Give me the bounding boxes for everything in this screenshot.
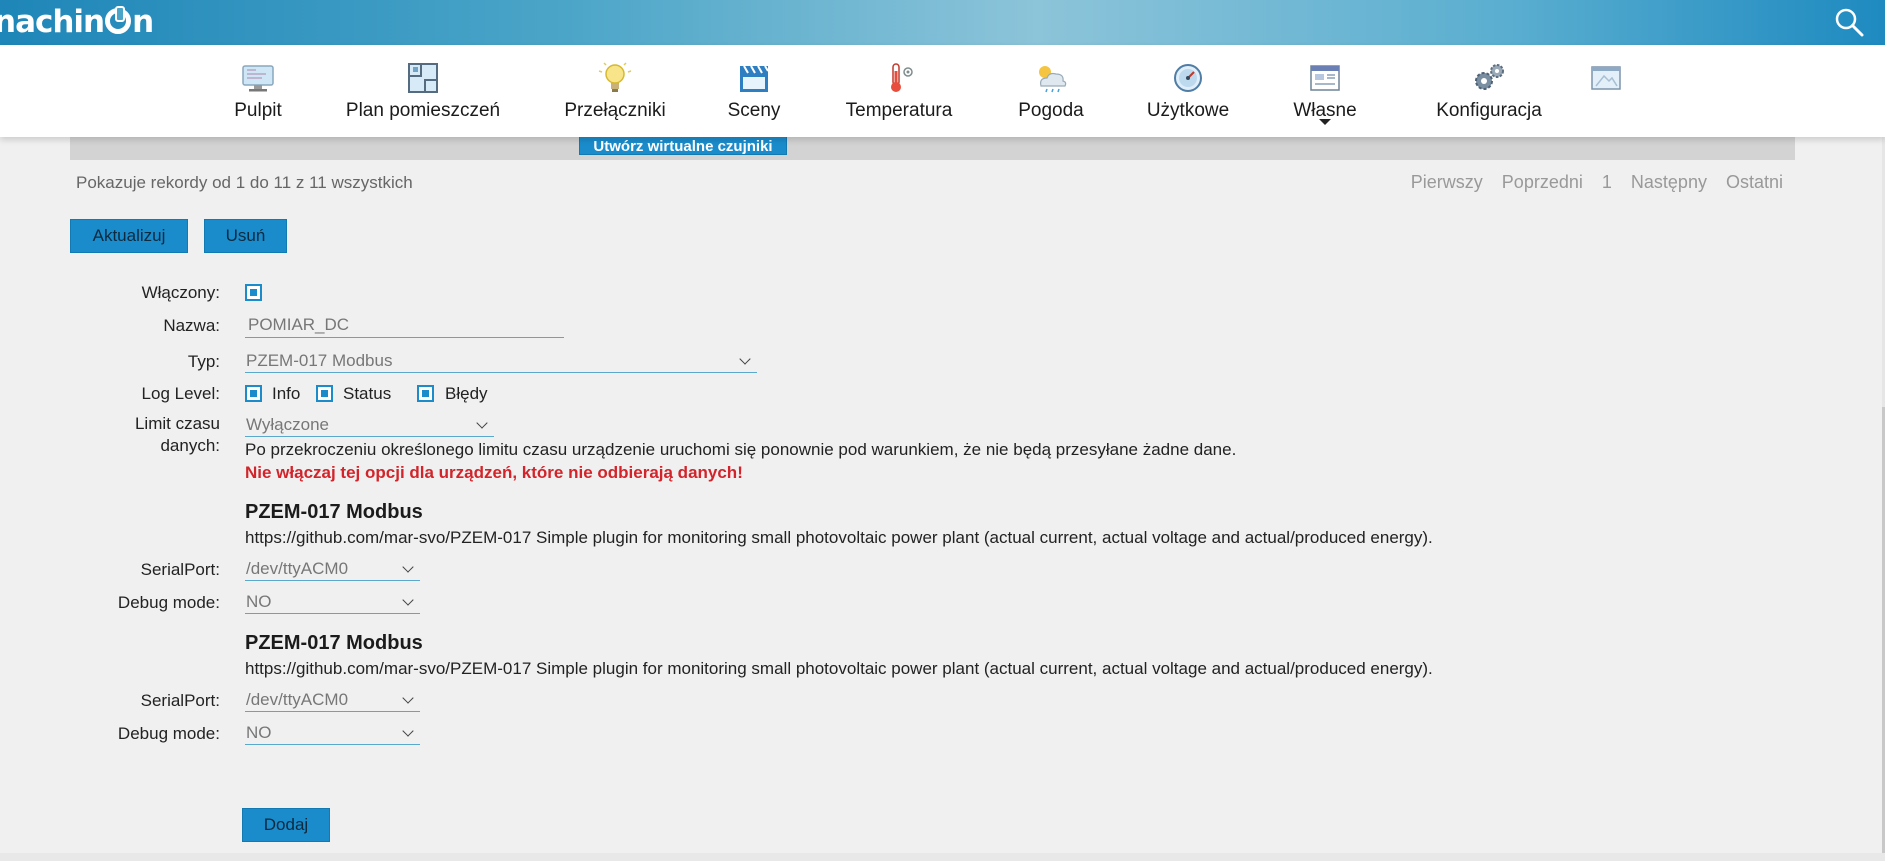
name-input[interactable]: [245, 312, 564, 338]
chevron-down-icon: [402, 594, 414, 606]
debug-mode-label: Debug mode:: [117, 724, 220, 743]
name-label: Nazwa:: [163, 316, 220, 335]
debug-mode-label: Debug mode:: [117, 593, 220, 612]
log-level-label: Log Level:: [141, 384, 220, 403]
timeout-warning-text: Nie włączaj tej opcji dla urządzeń, któr…: [245, 463, 743, 482]
nav-item-switches[interactable]: Przełączniki: [560, 45, 670, 137]
nav-label: Przełączniki: [564, 100, 666, 121]
nav-item-custom[interactable]: Własne: [1288, 45, 1362, 137]
clapperboard-icon: [740, 65, 769, 92]
plugin-title: PZEM-017 Modbus: [245, 501, 423, 523]
debug-mode-select[interactable]: NO: [245, 590, 420, 614]
debug-mode-select-value: NO: [246, 723, 272, 742]
nav-item-scenes[interactable]: Sceny: [724, 45, 784, 137]
nav-item-utility[interactable]: Użytkowe: [1142, 45, 1234, 137]
log-info-label: Info: [272, 384, 301, 403]
serialport-select[interactable]: /dev/ttyACM0: [245, 557, 420, 581]
desktop-icon: [242, 65, 274, 92]
plugin-description: https://github.com/mar-svo/PZEM-017 Simp…: [245, 659, 1433, 678]
lightbulb-icon: [598, 62, 632, 92]
log-status-checkbox[interactable]: [316, 385, 333, 402]
update-button[interactable]: Aktualizuj: [70, 219, 188, 253]
debug-mode-select-value: NO: [246, 592, 272, 611]
top-header-bar: nachin n: [0, 0, 1885, 45]
log-status-label: Status: [343, 384, 392, 403]
create-virtual-sensors-button[interactable]: Utwórz wirtualne czujniki: [579, 136, 787, 155]
chevron-down-icon: [476, 417, 488, 429]
type-select-value: PZEM-017 Modbus: [246, 351, 393, 370]
chevron-down-icon: [402, 692, 414, 704]
serialport-label: SerialPort:: [140, 560, 220, 579]
serialport-select-value: /dev/ttyACM0: [246, 690, 349, 709]
plugin-description: https://github.com/mar-svo/PZEM-017 Simp…: [245, 528, 1433, 547]
nav-item-weather[interactable]: Pogoda: [1014, 45, 1088, 137]
window-icon: [1591, 66, 1621, 90]
main-navigation: Pulpit Plan pomieszczeń Przełączniki Sce…: [0, 45, 1885, 137]
thermometer-icon: [891, 63, 913, 92]
timeout-select[interactable]: Wyłączone: [245, 413, 494, 437]
serialport-select[interactable]: /dev/ttyACM0: [245, 688, 420, 712]
logo-power-icon: [105, 6, 132, 34]
footer-divider: [0, 853, 1885, 861]
nav-item-temperature[interactable]: Temperatura: [838, 45, 960, 137]
nav-item-plan[interactable]: Plan pomieszczeń: [340, 45, 506, 137]
plugin-title: PZEM-017 Modbus: [245, 632, 423, 654]
serialport-select-value: /dev/ttyACM0: [246, 559, 349, 578]
delete-button[interactable]: Usuń: [204, 219, 287, 253]
serialport-label: SerialPort:: [140, 691, 220, 710]
type-select[interactable]: PZEM-017 Modbus: [245, 349, 757, 373]
nav-label: Użytkowe: [1146, 100, 1230, 121]
pager-next[interactable]: Następny: [1631, 172, 1707, 192]
floorplan-icon: [408, 63, 438, 93]
timeout-select-value: Wyłączone: [246, 415, 329, 434]
enabled-checkbox[interactable]: [245, 284, 262, 301]
log-info-checkbox[interactable]: [245, 385, 262, 402]
weather-icon: [1039, 66, 1067, 93]
records-info: Pokazuje rekordy od 1 do 11 z 11 wszystk…: [76, 173, 413, 192]
pagination: Pierwszy Poprzedni 1 Następny Ostatni: [1397, 172, 1783, 193]
chevron-down-icon: [739, 353, 751, 365]
nav-label: Pulpit: [234, 100, 282, 121]
timeout-help-text: Po przekroczeniu określonego limitu czas…: [245, 440, 1237, 459]
pager-last[interactable]: Ostatni: [1726, 172, 1783, 192]
nav-label: Sceny: [727, 100, 781, 121]
log-errors-checkbox[interactable]: [417, 385, 434, 402]
add-button[interactable]: Dodaj: [242, 808, 330, 842]
type-label: Typ:: [187, 352, 220, 371]
pager-first[interactable]: Pierwszy: [1411, 172, 1483, 192]
nav-item-extra[interactable]: [1584, 45, 1628, 137]
debug-mode-select[interactable]: NO: [245, 721, 420, 745]
app-logo[interactable]: nachin n: [0, 4, 154, 40]
timeout-label-line2: danych:: [160, 436, 220, 455]
nav-label: Konfiguracja: [1436, 100, 1542, 121]
dropdown-caret-icon: [1319, 119, 1331, 125]
gears-icon: [1475, 64, 1504, 90]
log-errors-label: Błędy: [445, 384, 488, 403]
nav-label: Pogoda: [1018, 100, 1084, 121]
enabled-label: Włączony:: [141, 283, 220, 302]
nav-item-pulpit[interactable]: Pulpit: [222, 45, 294, 137]
search-icon[interactable]: [1833, 6, 1865, 38]
nav-label: Plan pomieszczeń: [345, 100, 501, 121]
pager-previous[interactable]: Poprzedni: [1502, 172, 1583, 192]
custom-window-icon: [1310, 65, 1340, 91]
pager-page-1[interactable]: 1: [1602, 172, 1612, 192]
nav-label: Temperatura: [845, 100, 953, 121]
gauge-icon: [1174, 64, 1202, 92]
chevron-down-icon: [402, 561, 414, 573]
nav-item-configuration[interactable]: Konfiguracja: [1416, 45, 1562, 137]
chevron-down-icon: [402, 725, 414, 737]
timeout-label-line1: Limit czasu: [134, 414, 220, 433]
